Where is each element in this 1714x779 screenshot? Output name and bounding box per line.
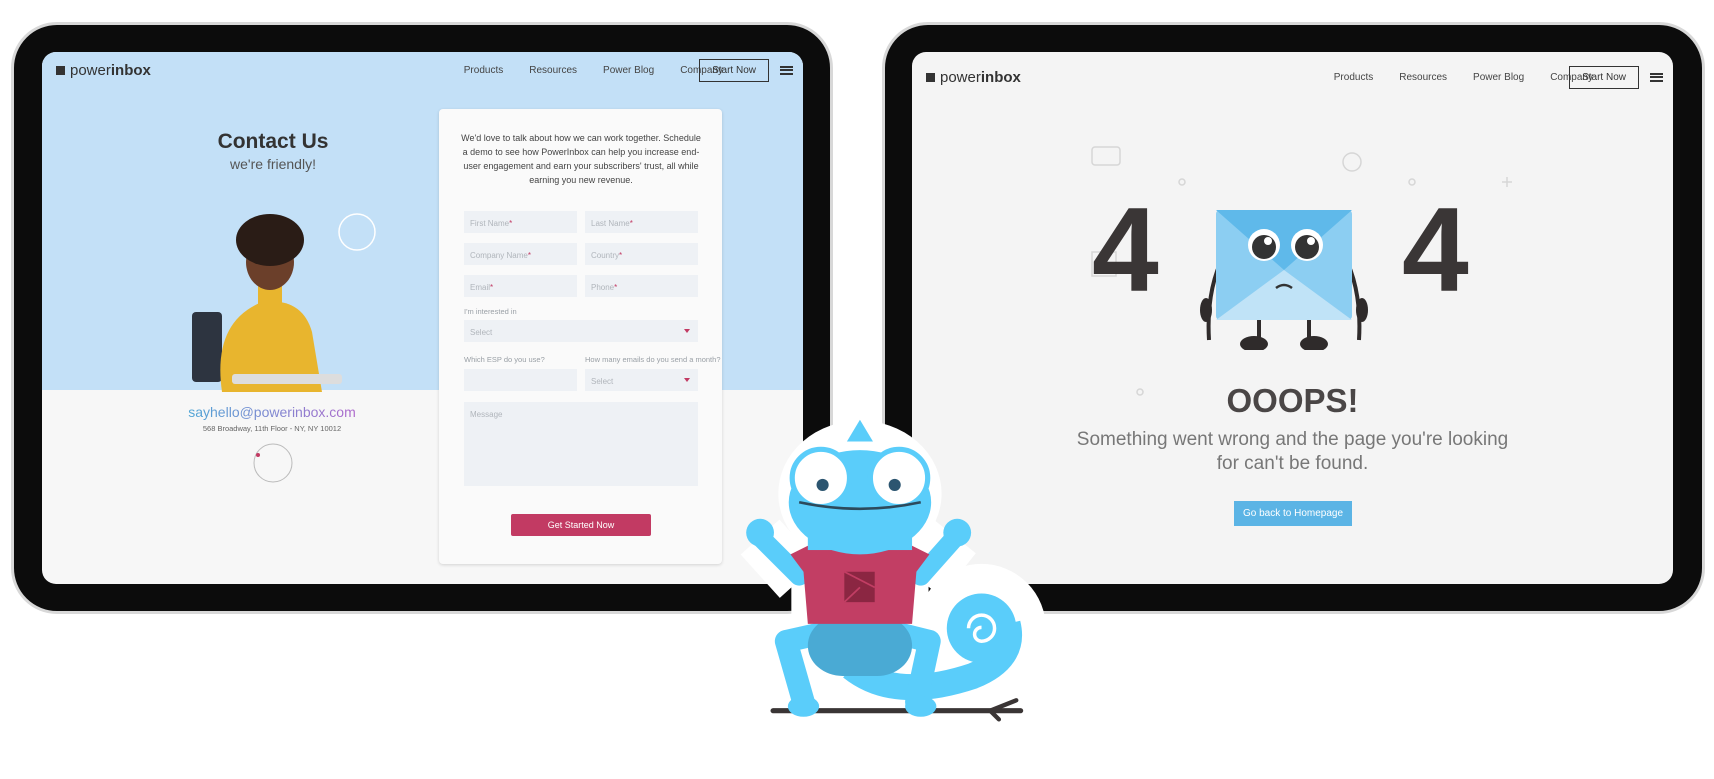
contact-email-link[interactable]: sayhello@powerinbox.com [142,404,402,420]
emails-label: How many emails do you send a month? [585,355,721,364]
country-input[interactable]: Country* [585,243,698,265]
menu-icon[interactable] [1650,72,1663,82]
nav-power-blog[interactable]: Power Blog [1473,72,1524,83]
nav-resources[interactable]: Resources [529,65,577,76]
logo-text-bold: inbox [980,68,1021,86]
logo-icon [56,65,65,75]
logo-icon [926,72,935,82]
woman-photo [192,213,376,392]
globe-icon [253,443,293,483]
phone-input[interactable]: Phone* [585,275,698,297]
logo-text: power [70,61,111,79]
logo[interactable]: power inbox [926,69,1021,86]
chevron-down-icon [684,378,690,382]
top-nav: power inbox Products Resources Power Blog Co… [42,52,803,88]
logo-text-bold: inbox [110,61,151,79]
logo-text: power [940,68,981,86]
first-name-input[interactable]: First Name* [464,211,577,233]
error-digit-right: 4 [1402,183,1469,317]
esp-label: Which ESP do you use? [464,355,545,364]
contact-subtitle: we're friendly! [230,156,316,172]
contact-address: 568 Broadway, 11th Floor - NY, NY 10012 [202,424,342,433]
nav-power-blog[interactable]: Power Blog [603,65,654,76]
message-textarea[interactable]: Message [464,402,698,486]
nav-resources[interactable]: Resources [1399,72,1447,83]
esp-input[interactable] [464,369,577,391]
start-now-button[interactable]: Start Now [699,58,769,82]
last-name-input[interactable]: Last Name* [585,211,698,233]
nav-products[interactable]: Products [1334,72,1373,83]
start-now-button[interactable]: Start Now [1569,65,1639,89]
get-started-button[interactable]: Get Started Now [511,514,651,536]
top-nav: power inbox Products Resources Power Blog Co… [912,57,1673,97]
emails-select[interactable]: Select [585,369,698,391]
contact-title: Contact Us [217,130,329,153]
interest-select[interactable]: Select [464,320,698,342]
chevron-down-icon [684,329,690,333]
sad-envelope-illustration [1200,210,1368,350]
interest-label: I'm interested in [464,307,517,316]
error-digit-left: 4 [1092,183,1159,317]
contact-page-screen: power inbox Products Resources Power Blog Co… [42,52,803,584]
logo[interactable]: power inbox [56,62,151,79]
nav-products[interactable]: Products [464,65,503,76]
menu-icon[interactable] [780,65,793,75]
form-intro: We'd love to talk about how we can work … [461,133,701,185]
contact-form-card: We'd love to talk about how we can work … [439,109,722,564]
email-input[interactable]: Email* [464,275,577,297]
company-input[interactable]: Company Name* [464,243,577,265]
go-home-button[interactable]: Go back to Homepage [1234,501,1352,526]
chameleon-mascot [740,419,1046,722]
